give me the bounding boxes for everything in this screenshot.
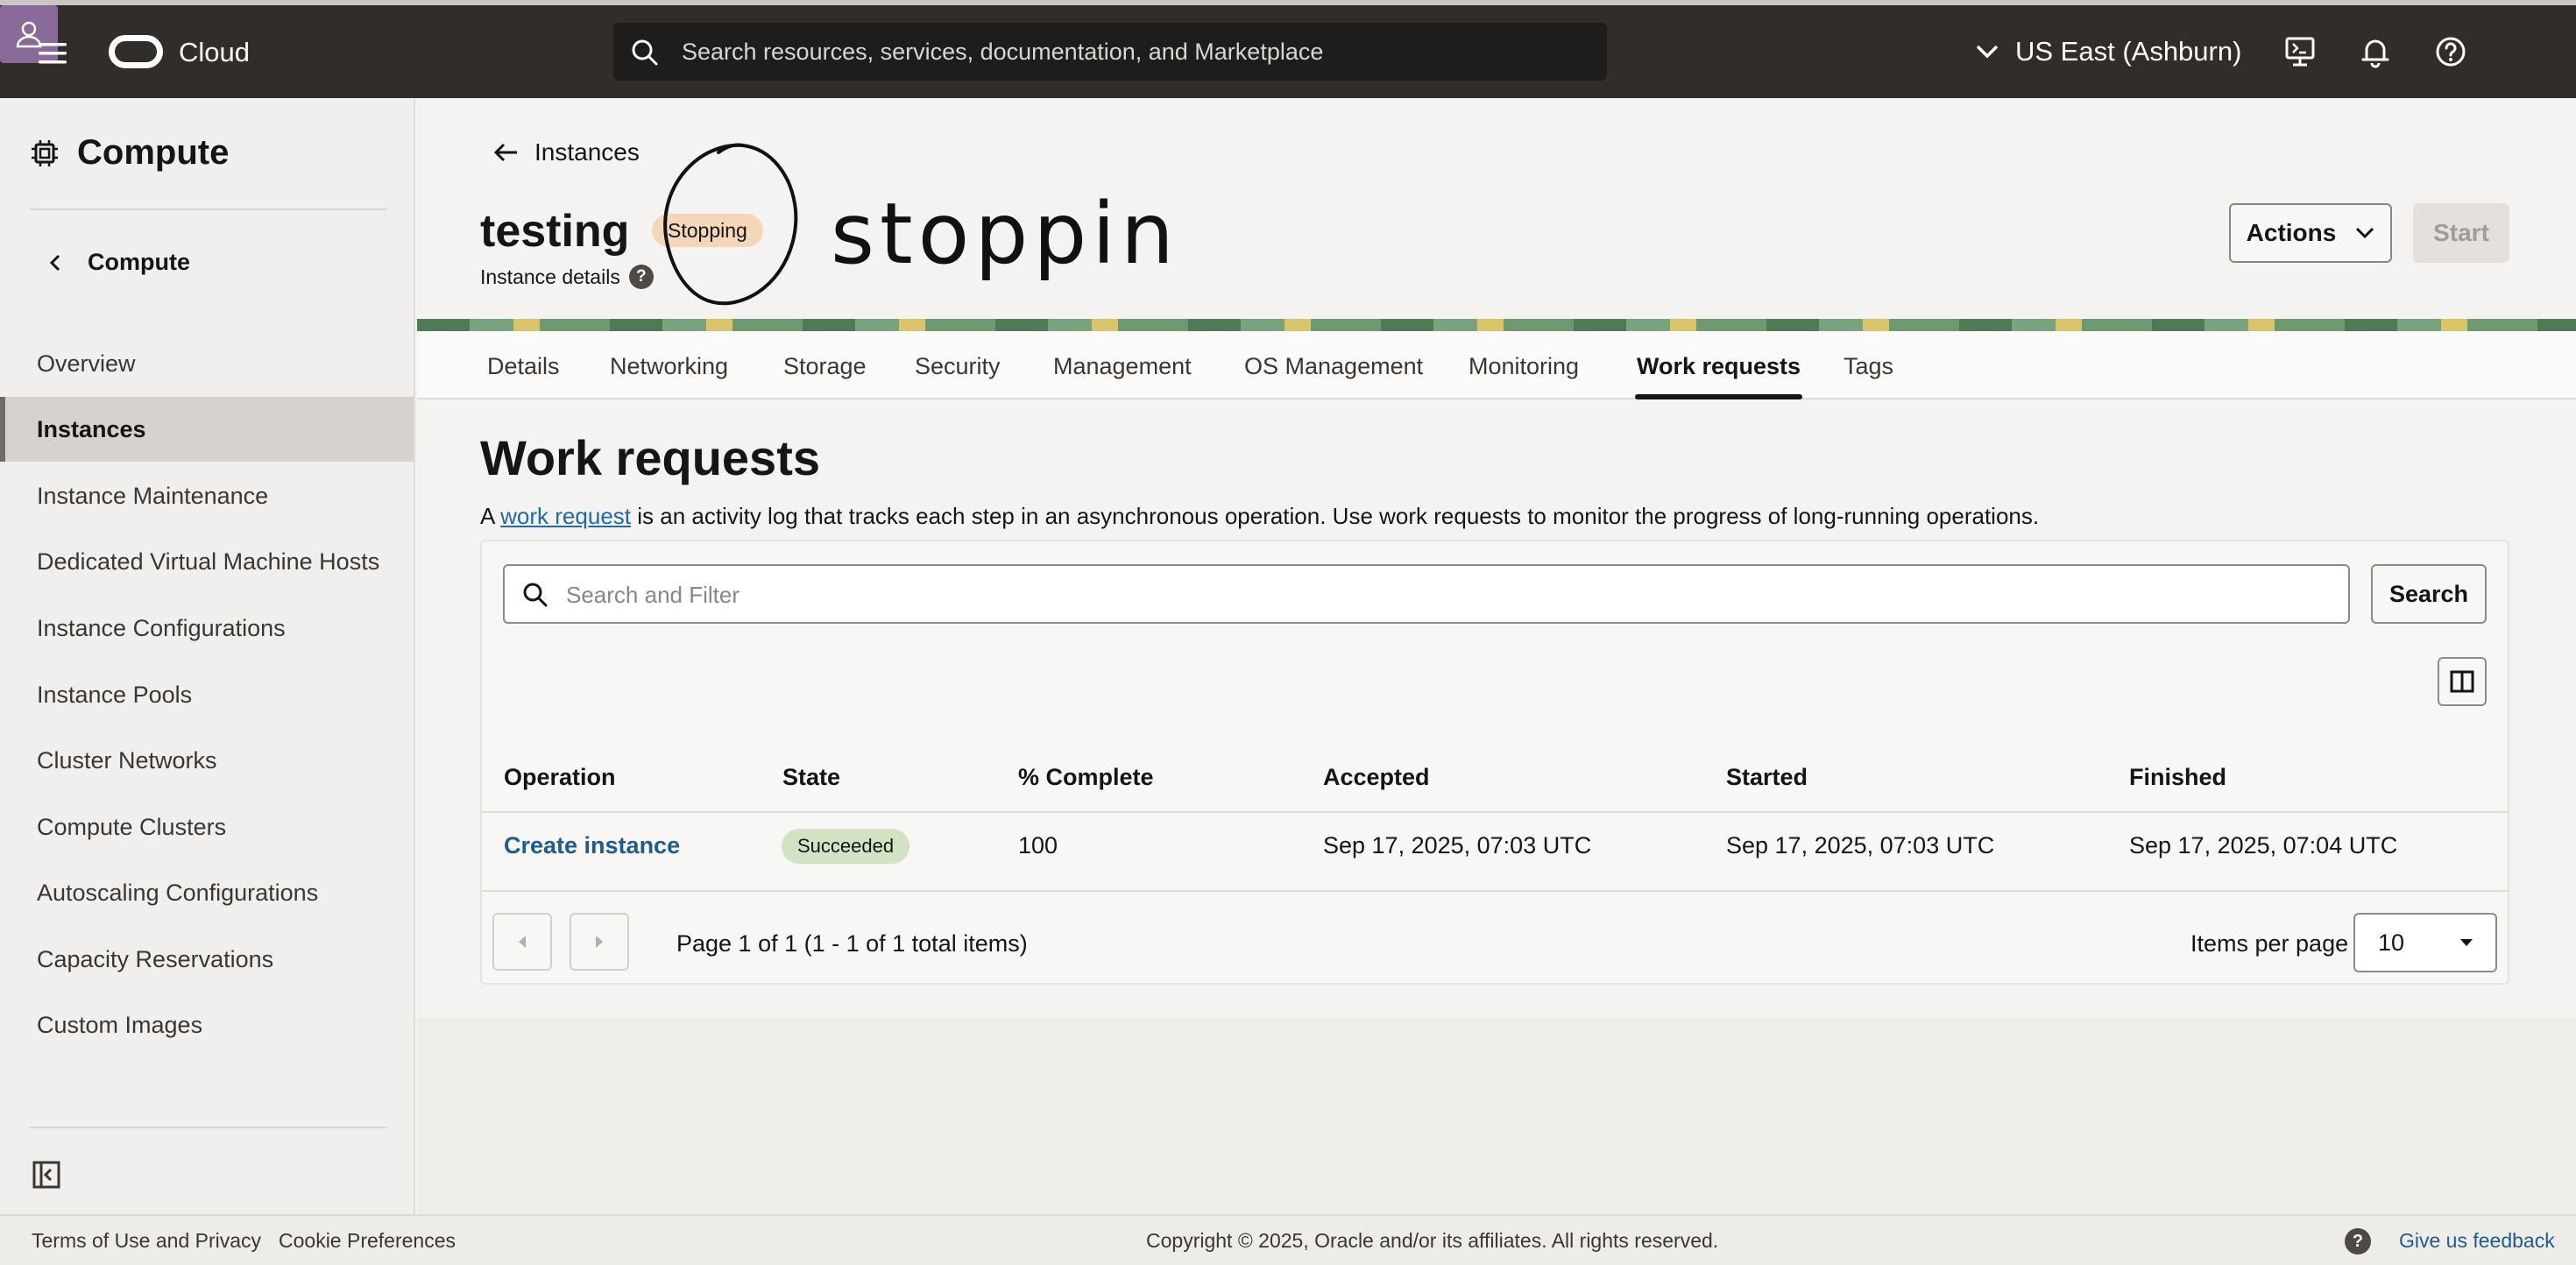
items-per-page-label: Items per page xyxy=(2190,930,2349,957)
oracle-logo-icon[interactable] xyxy=(109,35,163,68)
desc-prefix: A xyxy=(480,503,494,529)
column-header-finished[interactable]: Finished xyxy=(2129,764,2226,791)
tab-storage[interactable]: Storage xyxy=(783,331,867,399)
pagination-info: Page 1 of 1 (1 - 1 of 1 total items) xyxy=(676,930,1028,957)
sidebar-item-instance-maintenance[interactable]: Instance Maintenance xyxy=(0,463,414,528)
tab-os-management[interactable]: OS Management xyxy=(1244,331,1423,399)
help-icon[interactable] xyxy=(2432,33,2469,70)
sidebar-item-custom-images[interactable]: Custom Images xyxy=(0,993,414,1057)
cloud-shell-icon[interactable] xyxy=(2282,33,2318,70)
subtitle-label: Instance details xyxy=(480,265,620,288)
feedback-link[interactable]: Give us feedback xyxy=(2399,1216,2555,1265)
sidebar-item-cluster-networks[interactable]: Cluster Networks xyxy=(0,728,414,793)
column-header-accepted[interactable]: Accepted xyxy=(1323,764,1430,791)
compute-chip-icon xyxy=(30,138,60,168)
column-header-operation[interactable]: Operation xyxy=(504,764,616,791)
items-per-page-select[interactable]: 10 xyxy=(2353,913,2497,972)
back-to-instances-link[interactable]: Instances xyxy=(492,138,640,166)
cookie-preferences-link[interactable]: Cookie Preferences xyxy=(279,1216,456,1265)
sidebar-item-instance-pools[interactable]: Instance Pools xyxy=(0,662,414,727)
tab-details[interactable]: Details xyxy=(487,331,560,399)
sidebar: Compute Compute Overview Instances Insta… xyxy=(0,98,415,1214)
caret-right-icon xyxy=(593,934,605,950)
decorative-banner-stripe xyxy=(417,319,2576,331)
copyright-text: Copyright © 2025, Oracle and/or its affi… xyxy=(1146,1229,1719,1252)
section-title: Work requests xyxy=(480,430,820,485)
search-button[interactable]: Search xyxy=(2371,564,2487,624)
terms-link[interactable]: Terms of Use and Privacy xyxy=(32,1216,261,1265)
hamburger-menu-icon[interactable] xyxy=(35,39,70,68)
tab-work-requests[interactable]: Work requests xyxy=(1634,331,1803,399)
column-header-percent-complete[interactable]: % Complete xyxy=(1018,764,1154,791)
filter-placeholder: Search and Filter xyxy=(566,582,740,608)
actions-menu-button[interactable]: Actions xyxy=(2229,203,2392,263)
sidebar-back-label: Compute xyxy=(88,249,190,275)
search-filter-input[interactable]: Search and Filter xyxy=(503,564,2350,624)
handwritten-annotation: stopping xyxy=(631,131,1174,315)
sidebar-item-dedicated-vm-hosts[interactable]: Dedicated Virtual Machine Hosts xyxy=(0,529,414,594)
section-description: A work request is an activity log that t… xyxy=(480,503,2039,530)
region-selector[interactable]: US East (Ashburn) xyxy=(1975,30,2241,74)
sidebar-divider-bottom xyxy=(30,1127,387,1128)
accepted-cell: Sep 17, 2025, 07:03 UTC xyxy=(1323,832,1592,859)
sidebar-item-instances[interactable]: Instances xyxy=(0,397,414,462)
actions-label: Actions xyxy=(2246,219,2337,246)
sidebar-item-capacity-reservations[interactable]: Capacity Reservations xyxy=(0,927,414,992)
arrow-left-icon xyxy=(492,142,519,163)
global-search-input[interactable]: Search resources, services, documentatio… xyxy=(613,23,1607,81)
chevron-down-icon xyxy=(1975,44,1999,60)
tab-tags[interactable]: Tags xyxy=(1844,331,1893,399)
footer: Terms of Use and Privacy Cookie Preferen… xyxy=(0,1214,2576,1265)
tab-security[interactable]: Security xyxy=(915,331,1001,399)
caret-left-icon xyxy=(516,934,528,950)
work-request-link[interactable]: work request xyxy=(500,503,631,529)
previous-page-button[interactable] xyxy=(492,913,552,971)
state-badge: Succeeded xyxy=(782,829,910,864)
sidebar-title: Compute xyxy=(77,133,230,172)
background-pattern xyxy=(417,1018,2576,1214)
next-page-button[interactable] xyxy=(570,913,629,971)
notifications-bell-icon[interactable] xyxy=(2357,33,2394,70)
items-per-page-value: 10 xyxy=(2378,929,2405,956)
sidebar-header: Compute xyxy=(30,133,229,173)
back-link-label: Instances xyxy=(534,138,640,166)
desc-suffix: is an activity log that tracks each step… xyxy=(637,503,2040,529)
instance-details-subtitle: Instance details ? xyxy=(480,265,654,289)
started-cell: Sep 17, 2025, 07:03 UTC xyxy=(1726,832,1995,859)
chevron-left-icon xyxy=(49,253,61,272)
sidebar-divider xyxy=(30,208,387,210)
handwritten-note-text: stopping xyxy=(831,185,1174,283)
chevron-down-icon xyxy=(2355,227,2374,239)
sidebar-item-compute-clusters[interactable]: Compute Clusters xyxy=(0,795,414,859)
global-search-placeholder: Search resources, services, documentatio… xyxy=(682,39,1324,65)
region-label: US East (Ashburn) xyxy=(2015,36,2242,67)
collapse-sidebar-icon[interactable] xyxy=(32,1160,61,1190)
sidebar-item-overview[interactable]: Overview xyxy=(0,331,414,396)
tab-monitoring[interactable]: Monitoring xyxy=(1468,331,1579,399)
column-settings-icon[interactable] xyxy=(2438,657,2487,706)
table-header-divider xyxy=(482,811,2508,813)
tab-management[interactable]: Management xyxy=(1053,331,1192,399)
search-icon xyxy=(522,582,548,608)
page-title: testing xyxy=(480,206,630,257)
caret-down-icon xyxy=(2459,937,2474,948)
footer-help-icon[interactable]: ? xyxy=(2345,1228,2371,1254)
column-header-started[interactable]: Started xyxy=(1726,764,1808,791)
percent-complete-cell: 100 xyxy=(1018,832,1058,859)
tab-bar: Details Networking Storage Security Mana… xyxy=(417,331,2576,399)
table-row-divider xyxy=(482,890,2508,892)
tab-networking[interactable]: Networking xyxy=(610,331,728,399)
top-bar: Cloud Search resources, services, docume… xyxy=(0,0,2576,98)
sidebar-item-autoscaling-configurations[interactable]: Autoscaling Configurations xyxy=(0,860,414,925)
sidebar-back-link[interactable]: Compute xyxy=(49,249,190,276)
brand-name[interactable]: Cloud xyxy=(179,35,250,70)
search-icon xyxy=(631,39,659,67)
finished-cell: Sep 17, 2025, 07:04 UTC xyxy=(2129,832,2398,859)
sidebar-item-instance-configurations[interactable]: Instance Configurations xyxy=(0,596,414,661)
start-button[interactable]: Start xyxy=(2413,203,2509,263)
table-row: Create instance xyxy=(504,832,680,859)
column-header-state[interactable]: State xyxy=(782,764,840,791)
operation-link[interactable]: Create instance xyxy=(504,832,680,859)
